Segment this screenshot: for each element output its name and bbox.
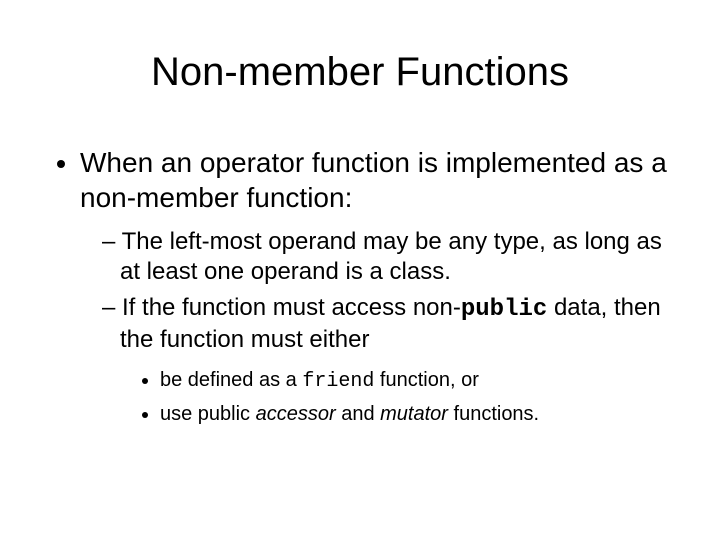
bullet-text: be defined as a — [160, 369, 302, 391]
bullet-text: functions. — [448, 403, 539, 425]
slide-title: Non-member Functions — [50, 50, 670, 95]
bullet-list-level2: The left-most operand may be any type, a… — [80, 227, 670, 429]
bullet-text: use public — [160, 403, 256, 425]
list-item: If the function must access non-public d… — [102, 293, 670, 429]
bullet-text: The left-most operand may be any type, a… — [120, 228, 662, 285]
list-item: use public accessor and mutator function… — [160, 399, 670, 429]
code-text: friend — [302, 370, 374, 393]
bullet-text: If the function must access non- — [122, 294, 461, 321]
bullet-list-level1: When an operator function is implemented… — [50, 145, 670, 429]
slide: Non-member Functions When an operator fu… — [0, 0, 720, 540]
code-text: public — [461, 296, 547, 323]
italic-text: accessor — [256, 403, 336, 425]
italic-text: mutator — [380, 403, 448, 425]
list-item: The left-most operand may be any type, a… — [102, 227, 670, 287]
bullet-list-level3: be defined as a friend function, or use … — [120, 365, 670, 429]
bullet-text: and — [336, 403, 380, 425]
bullet-text: When an operator function is implemented… — [80, 147, 667, 213]
list-item: be defined as a friend function, or — [160, 365, 670, 397]
list-item: When an operator function is implemented… — [80, 145, 670, 429]
bullet-text: function, or — [374, 369, 479, 391]
